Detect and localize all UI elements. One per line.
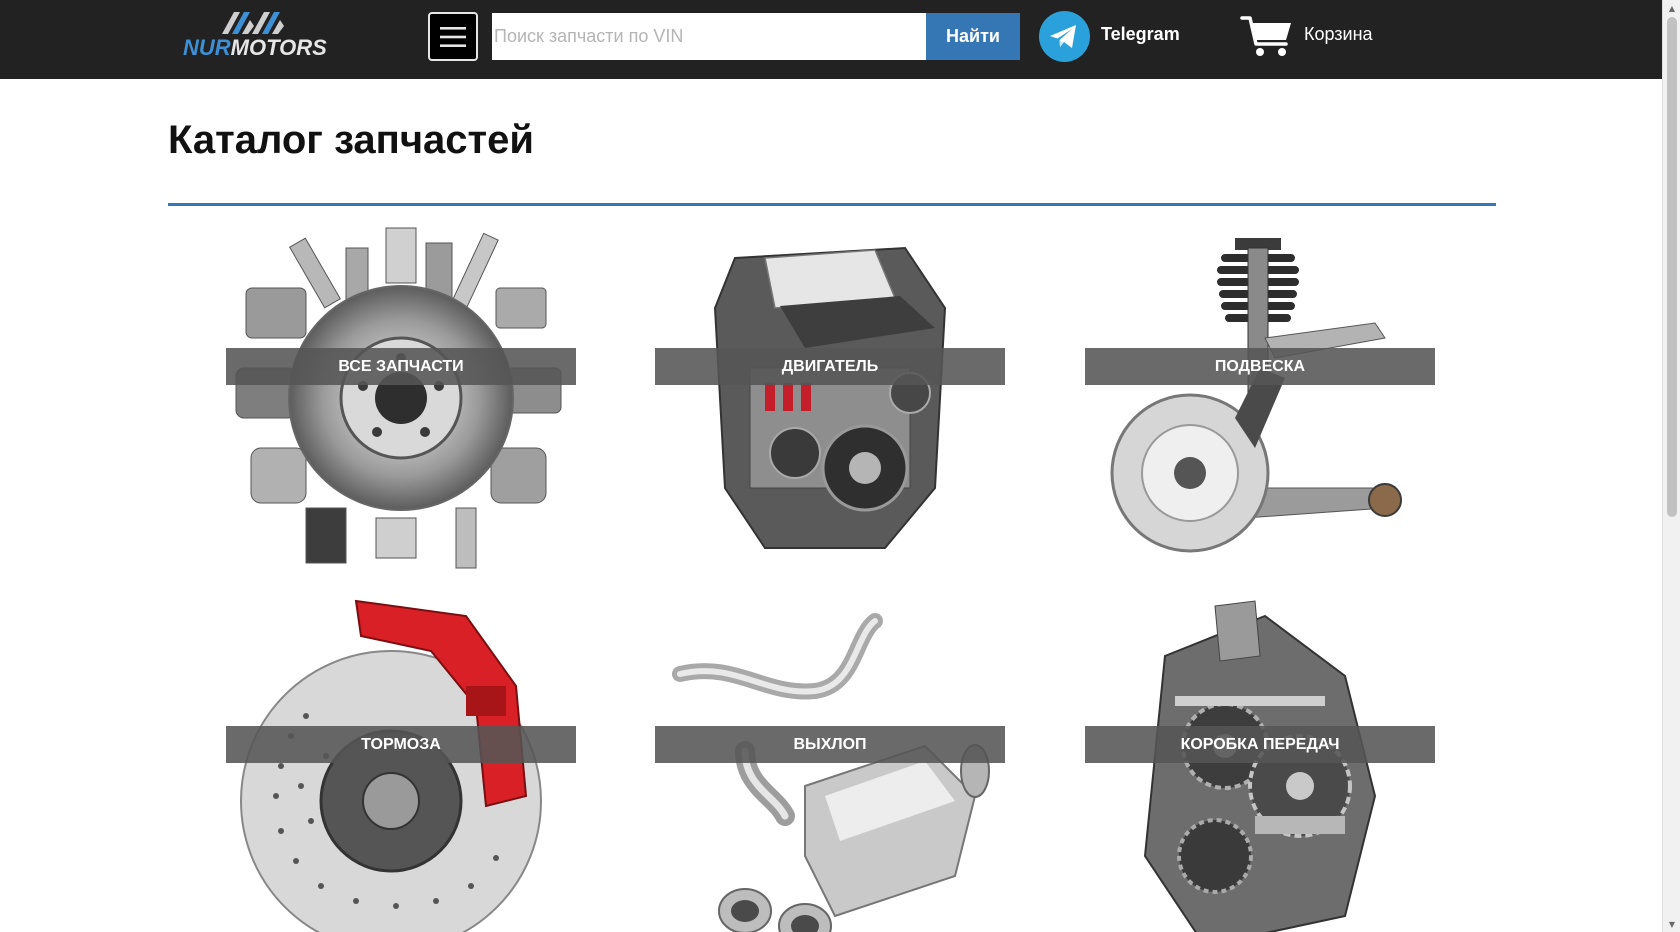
scrollbar-thumb[interactable] [1667, 17, 1677, 517]
engine-image [713, 246, 947, 549]
category-label: ВЫХЛОП [793, 735, 867, 753]
category-card-exhaust[interactable]: ВЫХЛОП [655, 596, 1005, 932]
category-label: ВСЕ ЗАПЧАСТИ [338, 357, 464, 375]
scroll-up-arrow-icon[interactable]: ▲ [1666, 2, 1678, 14]
top-navbar: NURMOTORS Найти Telegram Корзина [0, 0, 1662, 79]
vertical-scrollbar[interactable]: ▲ ▼ [1662, 0, 1680, 932]
cart-icon[interactable] [1240, 14, 1294, 58]
category-card-all-parts[interactable]: ВСЕ ЗАПЧАСТИ [226, 218, 576, 578]
menu-button[interactable] [428, 12, 478, 61]
category-label-band: ДВИГАТЕЛЬ [655, 348, 1005, 385]
category-label: ПОДВЕСКА [1214, 357, 1306, 375]
assorted-parts-image [235, 227, 562, 569]
page-title: Каталог запчастей [168, 118, 534, 162]
logo-wordmark: NURMOTORS [183, 35, 327, 60]
telegram-link[interactable]: Telegram [1101, 24, 1180, 45]
telegram-icon[interactable] [1039, 11, 1090, 62]
category-label-band: КОРОБКА ПЕРЕДАЧ [1085, 726, 1435, 763]
category-label-band: ВЫХЛОП [655, 726, 1005, 763]
category-label-band: ПОДВЕСКА [1085, 348, 1435, 385]
category-label: ДВИГАТЕЛЬ [781, 357, 879, 375]
logo-mark-icon [222, 12, 284, 34]
cart-link[interactable]: Корзина [1304, 24, 1373, 45]
page: NURMOTORS Найти Telegram Корзина Каталог… [0, 0, 1680, 932]
vin-search-input[interactable] [492, 13, 926, 60]
suspension-image [1110, 238, 1402, 553]
brakes-image [240, 599, 542, 932]
category-label-band: ТОРМОЗА [226, 726, 576, 763]
search-button[interactable]: Найти [926, 13, 1020, 60]
scroll-down-arrow-icon[interactable]: ▼ [1666, 918, 1678, 930]
nurmotors-logo[interactable]: NURMOTORS [180, 12, 330, 62]
title-divider [168, 203, 1496, 206]
hamburger-icon [440, 26, 466, 47]
category-label: КОРОБКА ПЕРЕДАЧ [1180, 735, 1340, 753]
category-label-band: ВСЕ ЗАПЧАСТИ [226, 348, 576, 385]
category-card-gearbox[interactable]: КОРОБКА ПЕРЕДАЧ [1085, 596, 1435, 932]
category-card-brakes[interactable]: ТОРМОЗА [226, 596, 576, 932]
category-card-suspension[interactable]: ПОДВЕСКА [1085, 218, 1435, 578]
exhaust-image [672, 613, 990, 932]
category-card-engine[interactable]: ДВИГАТЕЛЬ [655, 218, 1005, 578]
gearbox-image [1143, 600, 1377, 932]
category-label: ТОРМОЗА [361, 735, 441, 753]
